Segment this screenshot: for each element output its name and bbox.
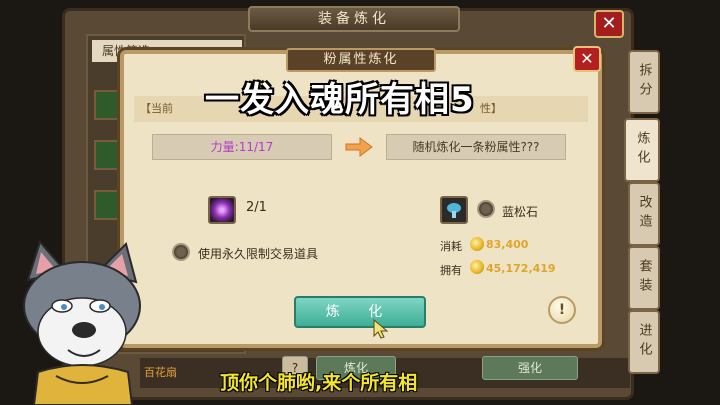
overlay-caption: 一发入魂所有相5 — [205, 80, 475, 120]
turquoise-icon — [447, 203, 461, 218]
dialog-close-button[interactable]: ✕ — [573, 46, 601, 72]
own-label: 拥有 — [440, 264, 462, 277]
husky-avatar — [23, 240, 141, 405]
tab-refine[interactable]: 炼化 — [624, 118, 660, 182]
info-strip-left-text: 【当前 — [140, 102, 173, 115]
arrow-right-icon — [345, 137, 373, 157]
tab-set[interactable]: 套装 — [628, 246, 660, 310]
window-close-button[interactable]: ✕ — [594, 10, 624, 38]
use-bound-item-checkbox[interactable] — [172, 243, 190, 261]
help-exclamation-button[interactable]: ! — [548, 296, 576, 324]
stone-radio[interactable] — [477, 200, 495, 218]
own-value: 45,172,419 — [486, 262, 556, 275]
turquoise-stone-icon[interactable] — [440, 196, 468, 224]
stone-name: 蓝松石 — [502, 205, 539, 219]
target-attribute: 随机炼化一条粉属性??? — [386, 134, 566, 160]
pink-gem-icon[interactable] — [208, 196, 236, 224]
use-bound-item-label: 使用永久限制交易道具 — [198, 247, 319, 261]
gold-coin-icon — [470, 260, 484, 274]
window-title: 装备炼化 — [248, 6, 460, 32]
cursor-icon — [373, 318, 389, 339]
current-attribute: 力量:11/17 — [152, 134, 332, 160]
tab-disassemble[interactable]: 拆分 — [628, 50, 660, 114]
tab-modify[interactable]: 改造 — [628, 182, 660, 246]
dialog-title: 粉属性炼化 — [286, 48, 436, 72]
refine-button[interactable]: 炼 化 — [294, 296, 426, 328]
cost-value: 83,400 — [486, 238, 529, 251]
gold-coin-icon — [470, 237, 484, 251]
tab-evolve[interactable]: 进化 — [628, 310, 660, 374]
video-subtitle: 顶你个肺哟,来个所有相 — [220, 372, 418, 394]
cost-label: 消耗 — [440, 240, 462, 253]
gem-count: 2/1 — [246, 200, 267, 215]
